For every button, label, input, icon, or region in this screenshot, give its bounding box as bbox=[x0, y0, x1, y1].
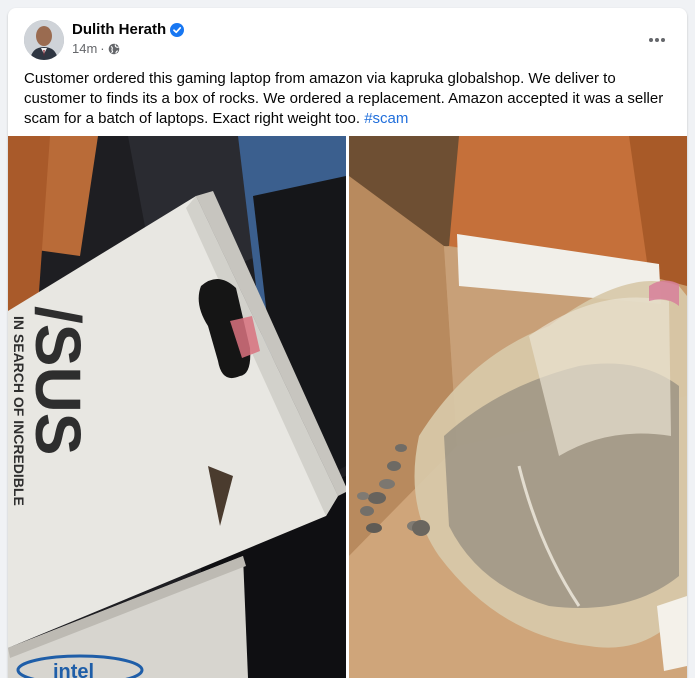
photo-asus-box[interactable]: /SUS IN SEARCH OF INCREDIBLE intel bbox=[8, 136, 346, 678]
globe-icon[interactable] bbox=[108, 43, 120, 55]
post-meta: 14m · bbox=[72, 41, 120, 56]
hashtag-link[interactable]: #scam bbox=[364, 110, 408, 127]
more-options-button[interactable] bbox=[639, 22, 675, 58]
post-card: Dulith Herath 14m · Customer ordered thi… bbox=[8, 8, 687, 678]
verified-badge-icon bbox=[170, 22, 185, 37]
asus-logo-text: /SUS bbox=[22, 306, 94, 455]
post-timestamp[interactable]: 14m bbox=[72, 41, 97, 56]
author-name-row: Dulith Herath bbox=[72, 21, 185, 38]
author-avatar[interactable] bbox=[24, 20, 64, 60]
intel-logo-text: intel bbox=[53, 661, 94, 678]
post-body: Customer ordered this gaming laptop from… bbox=[24, 69, 674, 129]
more-options-icon bbox=[649, 38, 665, 42]
photo-grid: /SUS IN SEARCH OF INCREDIBLE intel bbox=[8, 136, 687, 678]
asus-tagline-text: IN SEARCH OF INCREDIBLE bbox=[11, 316, 27, 506]
post-header: Dulith Herath 14m · bbox=[8, 8, 687, 68]
meta-separator: · bbox=[100, 41, 105, 56]
author-name[interactable]: Dulith Herath bbox=[72, 21, 166, 38]
post-body-text: Customer ordered this gaming laptop from… bbox=[24, 70, 664, 127]
photo-box-of-rocks[interactable] bbox=[349, 136, 687, 678]
